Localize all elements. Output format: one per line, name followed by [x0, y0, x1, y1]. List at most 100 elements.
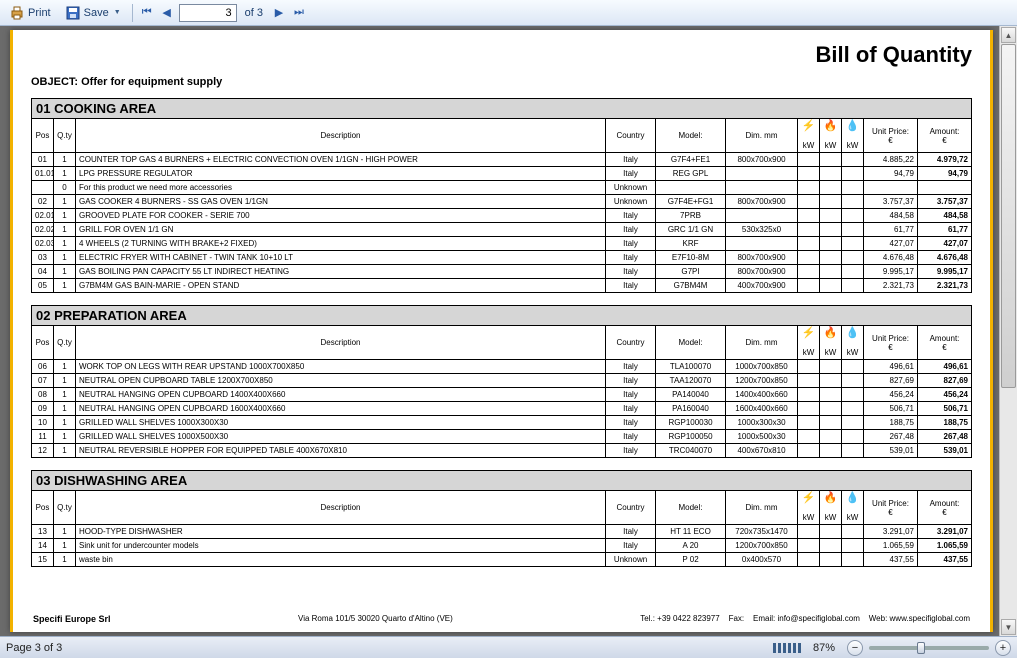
table-cell: [32, 181, 54, 195]
table-cell: Italy: [606, 525, 656, 539]
table-row: 071NEUTRAL OPEN CUPBOARD TABLE 1200X700X…: [32, 374, 972, 388]
table-cell: 1.065,59: [918, 539, 972, 553]
table-cell: 15: [32, 553, 54, 567]
table-cell: Italy: [606, 388, 656, 402]
column-header: Amount:€: [918, 119, 972, 153]
table-row: 151waste binUnknownP 020x400x570437,5543…: [32, 553, 972, 567]
scroll-track[interactable]: [1000, 44, 1017, 618]
save-dropdown-icon[interactable]: ▼: [114, 9, 121, 16]
table-cell: GAS COOKER 4 BURNERS - SS GAS OVEN 1/1GN: [76, 195, 606, 209]
table-cell: 496,61: [864, 360, 918, 374]
table-cell: [820, 430, 842, 444]
page-number-input[interactable]: [179, 4, 237, 22]
column-header: Model:: [656, 491, 726, 525]
table-cell: [820, 153, 842, 167]
zoom-out-button[interactable]: −: [847, 640, 863, 656]
table-cell: 02.01: [32, 209, 54, 223]
document-footer: Specifi Europe Srl Via Roma 101/5 30020 …: [33, 614, 970, 624]
table-row: 081NEUTRAL HANGING OPEN CUPBOARD 1400X40…: [32, 388, 972, 402]
table-cell: TLA100070: [656, 360, 726, 374]
save-button[interactable]: Save ▼: [60, 2, 126, 24]
column-header: Model:: [656, 326, 726, 360]
table-cell: [820, 360, 842, 374]
column-header: 🔥kW: [820, 326, 842, 360]
scroll-thumb[interactable]: [1001, 44, 1016, 388]
table-cell: 0x400x570: [726, 553, 798, 567]
table-cell: 800x700x900: [726, 195, 798, 209]
zoom-in-button[interactable]: +: [995, 640, 1011, 656]
last-page-button[interactable]: ⏭: [291, 5, 307, 21]
water-icon: 💧: [845, 121, 860, 132]
prev-page-button[interactable]: ◀: [159, 5, 175, 21]
table-cell: 1000x300x30: [726, 416, 798, 430]
column-header: Unit Price:€: [864, 491, 918, 525]
scroll-up-button[interactable]: ▲: [1001, 27, 1016, 43]
column-header: Country: [606, 119, 656, 153]
table-cell: 720x735x1470: [726, 525, 798, 539]
table-cell: G7PI: [656, 265, 726, 279]
footer-web: Web: www.specifiglobal.com: [869, 614, 970, 623]
vertical-scrollbar[interactable]: ▲ ▼: [999, 26, 1017, 636]
table-cell: [842, 195, 864, 209]
table-cell: [842, 167, 864, 181]
table-cell: waste bin: [76, 553, 606, 567]
table-cell: [798, 430, 820, 444]
table-row: 131HOOD-TYPE DISHWASHERItalyHT 11 ECO720…: [32, 525, 972, 539]
zoom-slider[interactable]: [869, 646, 989, 650]
view-mode-ticks[interactable]: [773, 643, 801, 653]
table-cell: 1: [54, 402, 76, 416]
table-cell: 539,01: [864, 444, 918, 458]
table-cell: [842, 374, 864, 388]
first-page-button[interactable]: ⏮: [139, 5, 155, 21]
table-cell: 1: [54, 416, 76, 430]
table-cell: 03: [32, 251, 54, 265]
table-cell: GRC 1/1 GN: [656, 223, 726, 237]
table-cell: NEUTRAL HANGING OPEN CUPBOARD 1400X400X6…: [76, 388, 606, 402]
section-header: 01 COOKING AREA: [31, 98, 972, 118]
table-cell: RGP100030: [656, 416, 726, 430]
table-cell: Italy: [606, 223, 656, 237]
table-cell: 3.291,07: [918, 525, 972, 539]
table-cell: [798, 181, 820, 195]
table-cell: TAA120070: [656, 374, 726, 388]
table-cell: 484,58: [918, 209, 972, 223]
table-row: 111GRILLED WALL SHELVES 1000X500X30Italy…: [32, 430, 972, 444]
table-cell: 01: [32, 153, 54, 167]
table-cell: [798, 553, 820, 567]
table-cell: 1: [54, 553, 76, 567]
table-cell: Italy: [606, 374, 656, 388]
table-cell: 1600x400x660: [726, 402, 798, 416]
table-row: 0For this product we need more accessori…: [32, 181, 972, 195]
table-cell: 02.02: [32, 223, 54, 237]
table-cell: 1200x700x850: [726, 374, 798, 388]
table-row: 061WORK TOP ON LEGS WITH REAR UPSTAND 10…: [32, 360, 972, 374]
next-page-button[interactable]: ▶: [271, 5, 287, 21]
table-cell: G7BM4M: [656, 279, 726, 293]
table-cell: 1: [54, 223, 76, 237]
table-cell: [798, 153, 820, 167]
table-cell: [842, 430, 864, 444]
table-cell: 1: [54, 444, 76, 458]
table-cell: [798, 265, 820, 279]
column-header: Country: [606, 491, 656, 525]
table-cell: [820, 525, 842, 539]
table-cell: RGP100050: [656, 430, 726, 444]
print-button[interactable]: Print: [4, 2, 56, 24]
table-cell: ELECTRIC FRYER WITH CABINET - TWIN TANK …: [76, 251, 606, 265]
quantity-table: PosQ.tyDescriptionCountryModel:Dim. mm⚡k…: [31, 325, 972, 458]
table-cell: 1.065,59: [864, 539, 918, 553]
save-label: Save: [84, 7, 109, 19]
table-cell: GRILLED WALL SHELVES 1000X500X30: [76, 430, 606, 444]
table-cell: [820, 553, 842, 567]
table-cell: [842, 181, 864, 195]
table-cell: 07: [32, 374, 54, 388]
table-cell: 4.885,22: [864, 153, 918, 167]
table-row: 021GAS COOKER 4 BURNERS - SS GAS OVEN 1/…: [32, 195, 972, 209]
zoom-slider-thumb[interactable]: [917, 642, 925, 654]
table-cell: 4 WHEELS (2 TURNING WITH BRAKE+2 FIXED): [76, 237, 606, 251]
table-cell: [820, 265, 842, 279]
gas-icon: 🔥: [823, 493, 838, 504]
table-cell: 2.321,73: [918, 279, 972, 293]
table-cell: 530x325x0: [726, 223, 798, 237]
scroll-down-button[interactable]: ▼: [1001, 619, 1016, 635]
